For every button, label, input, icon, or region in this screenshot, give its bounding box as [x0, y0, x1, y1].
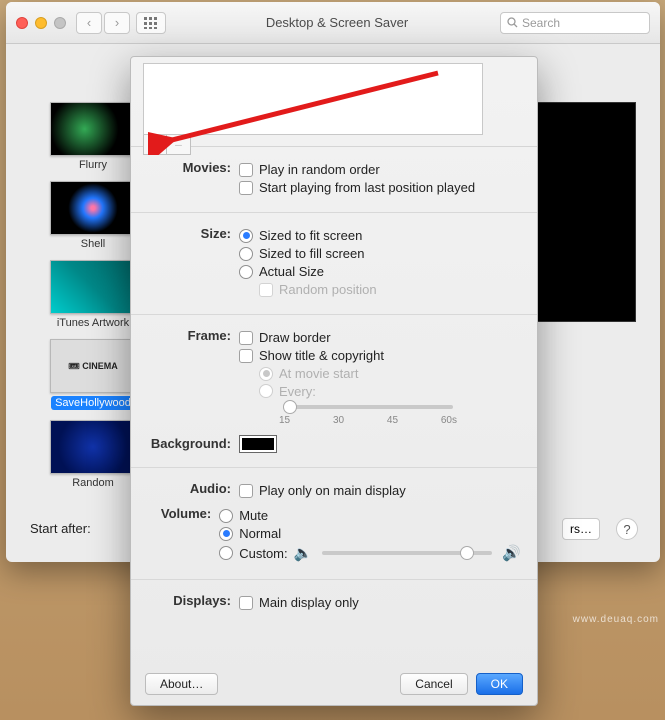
displays-label: Displays: [147, 592, 239, 608]
add-button[interactable]: + [143, 135, 167, 155]
draw-border-label: Draw border [259, 330, 331, 345]
at-movie-start-radio [259, 367, 273, 381]
cancel-button[interactable]: Cancel [400, 673, 467, 695]
random-order-checkbox[interactable] [239, 163, 253, 177]
frame-ticks: 15 30 45 60s [279, 415, 457, 426]
every-label: Every: [279, 384, 316, 399]
volume-mute-radio[interactable] [219, 509, 233, 523]
movies-listbox[interactable] [143, 63, 483, 135]
size-fit-radio[interactable] [239, 229, 253, 243]
saver-thumb: 🎟 CINEMA [50, 339, 136, 393]
options-sheet: + − Movies: Play in random order Start p… [130, 56, 538, 706]
search-input[interactable]: Search [500, 12, 650, 34]
size-fit-label: Sized to fit screen [259, 228, 362, 243]
back-button[interactable]: ‹ [76, 12, 102, 34]
audio-main-checkbox[interactable] [239, 484, 253, 498]
saver-label: Flurry [79, 159, 107, 171]
main-display-checkbox[interactable] [239, 596, 253, 610]
window-controls [16, 17, 66, 29]
volume-normal-label: Normal [239, 526, 281, 541]
background-color-well[interactable] [239, 435, 277, 453]
hot-corners-button[interactable]: rs… [562, 518, 600, 540]
show-title-label: Show title & copyright [259, 348, 384, 363]
background-label: Background: [147, 435, 239, 451]
show-title-checkbox[interactable] [239, 349, 253, 363]
speaker-high-icon: 🔊 [502, 544, 521, 562]
size-fill-label: Sized to fill screen [259, 246, 365, 261]
saver-label: SaveHollywood [51, 396, 135, 410]
remove-button[interactable]: − [167, 135, 191, 155]
draw-border-checkbox[interactable] [239, 331, 253, 345]
every-radio [259, 384, 273, 398]
audio-main-label: Play only on main display [259, 483, 406, 498]
window-title: Desktop & Screen Saver [174, 15, 500, 30]
at-movie-start-label: At movie start [279, 366, 358, 381]
search-icon [507, 17, 518, 28]
volume-custom-radio[interactable] [219, 546, 233, 560]
audio-label: Audio: [147, 480, 239, 496]
volume-normal-radio[interactable] [219, 527, 233, 541]
random-order-label: Play in random order [259, 162, 380, 177]
size-fill-radio[interactable] [239, 247, 253, 261]
search-placeholder: Search [522, 16, 560, 30]
size-actual-label: Actual Size [259, 264, 324, 279]
saver-label: Random [72, 477, 114, 489]
main-display-label: Main display only [259, 595, 359, 610]
speaker-low-icon: 🔈 [294, 544, 313, 562]
volume-mute-label: Mute [239, 508, 268, 523]
forward-button[interactable]: › [104, 12, 130, 34]
frame-interval-slider [283, 405, 453, 409]
preview-pane [526, 102, 636, 322]
watermark: www.deuaq.com [573, 614, 659, 625]
movies-list-area: + − [131, 57, 537, 147]
close-icon[interactable] [16, 17, 28, 29]
resume-label: Start playing from last position played [259, 180, 475, 195]
saver-label: Shell [81, 238, 105, 250]
volume-label: Volume: [147, 505, 219, 521]
saver-thumb [50, 181, 136, 235]
minus-icon: − [174, 137, 182, 153]
about-button[interactable]: About… [145, 673, 218, 695]
sheet-footer: About… Cancel OK [131, 673, 537, 695]
saver-thumb [50, 260, 136, 314]
resume-checkbox[interactable] [239, 181, 253, 195]
titlebar: ‹ › Desktop & Screen Saver Search [6, 2, 660, 44]
saver-thumb [50, 102, 136, 156]
size-label: Size: [147, 225, 239, 241]
help-button[interactable]: ? [616, 518, 638, 540]
random-position-label: Random position [279, 282, 377, 297]
volume-custom-label: Custom: [239, 546, 287, 561]
saver-thumb [50, 420, 136, 474]
saver-label: iTunes Artwork [57, 317, 129, 329]
show-all-button[interactable] [136, 12, 166, 34]
grid-icon [144, 17, 158, 29]
size-actual-radio[interactable] [239, 265, 253, 279]
movies-label: Movies: [147, 159, 239, 175]
random-position-checkbox [259, 283, 273, 297]
zoom-icon[interactable] [54, 17, 66, 29]
minimize-icon[interactable] [35, 17, 47, 29]
ok-button[interactable]: OK [476, 673, 523, 695]
plus-icon: + [151, 137, 159, 153]
volume-slider[interactable] [322, 551, 492, 555]
start-after-label: Start after: [30, 521, 91, 536]
frame-label: Frame: [147, 327, 239, 343]
